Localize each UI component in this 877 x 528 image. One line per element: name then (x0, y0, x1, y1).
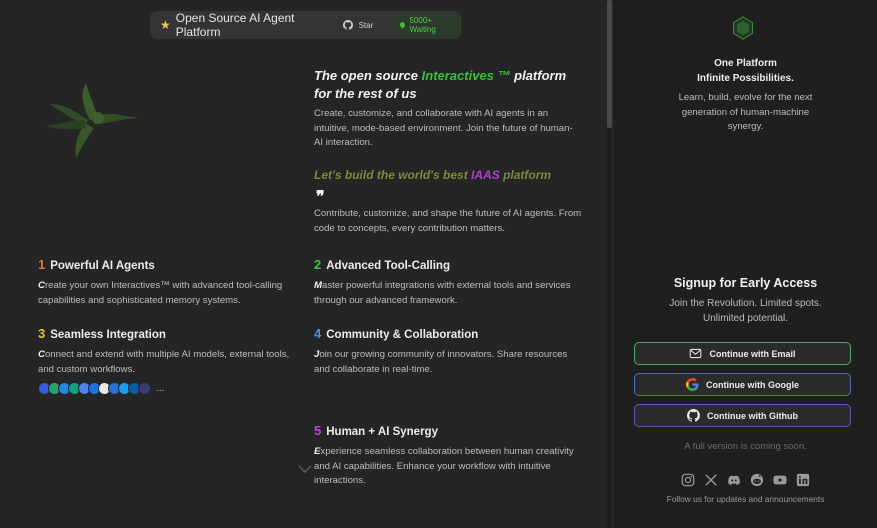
status-dot-icon (400, 22, 406, 28)
instagram-icon[interactable] (680, 472, 696, 488)
model-logo-icon (138, 382, 151, 395)
x-twitter-icon[interactable] (703, 472, 719, 488)
build-tagline: Let's build the world's best IAAS platfo… (314, 168, 551, 182)
feature-number: 1 (38, 257, 46, 272)
feature-title-text: Advanced Tool-Calling (326, 260, 450, 272)
feature-title: 3 Seamless Integration (38, 326, 293, 341)
hero-description: Create, customize, and collaborate with … (314, 108, 573, 148)
feature-number: 3 (38, 326, 46, 341)
feature-desc-text: reate your own Interactives™ with advanc… (38, 280, 283, 306)
feature-number: 4 (314, 326, 322, 341)
waiting-label: 5000+ Waiting (409, 16, 436, 34)
continue-with-google-button[interactable]: Continue with Google (634, 373, 851, 396)
feature-title: 2 Advanced Tool-Calling (314, 257, 579, 272)
integration-logos: ... (38, 382, 164, 395)
feature-title-text: Powerful AI Agents (50, 260, 155, 272)
feature-desc-text: oin our growing community of innovators.… (314, 349, 568, 375)
feature-card: 5 Human + AI Synergy Experience seamless … (314, 423, 579, 489)
google-icon (686, 378, 699, 391)
feature-number: 5 (314, 423, 322, 438)
feature-card: 4 Community & Collaboration Join our grow… (314, 326, 569, 377)
feature-title: 5 Human + AI Synergy (314, 423, 579, 438)
platform-label: Open Source AI Agent Platform (175, 11, 295, 39)
feature-description: Connect and extend with multiple AI mode… (38, 348, 293, 377)
feature-title-text: Human + AI Synergy (326, 426, 438, 438)
follow-text: Follow us for updates and announcements (666, 494, 825, 504)
hero-title-prefix: The open source (314, 68, 422, 83)
signup-panel: One Platform Infinite Possibilities. Lea… (612, 0, 877, 528)
feature-title: 1 Powerful AI Agents (38, 257, 303, 272)
feature-card: 2 Advanced Tool-Calling Master powerful i… (314, 257, 579, 308)
hero-title-highlight: Interactives ™ (421, 68, 511, 83)
learn-text: Learn, build, evolve for the next genera… (678, 92, 813, 132)
feature-initial: C (38, 349, 45, 360)
feature-title: 4 Community & Collaboration (314, 326, 569, 341)
signup-subtitle: Join the Revolution. Limited spots. Unli… (653, 296, 838, 326)
quote-icon: ❞ (316, 187, 325, 206)
star-label: Star (358, 20, 374, 30)
main-content: ★ Open Source AI Agent Platform Star 500… (0, 0, 607, 528)
feature-description: Join our growing community of innovators… (314, 348, 569, 377)
social-links (613, 472, 877, 488)
brand-logo-icon (733, 16, 753, 40)
feature-title-text: Community & Collaboration (326, 329, 479, 341)
feature-desc-text: onnect and extend with multiple AI model… (38, 349, 290, 375)
contribute-text: Contribute, customize, and shape the fut… (314, 208, 582, 234)
logos-more: ... (156, 383, 165, 394)
top-announcement-bar: ★ Open Source AI Agent Platform Star 500… (150, 11, 461, 39)
discord-icon[interactable] (726, 472, 742, 488)
star-icon: ★ (160, 18, 171, 32)
feature-initial: M (314, 280, 322, 291)
feature-title-text: Seamless Integration (50, 329, 166, 341)
github-icon (342, 20, 353, 30)
feature-desc-text: xperience seamless collaboration between… (314, 446, 574, 486)
github-star-link[interactable]: Star (342, 20, 374, 30)
feature-description: Create your own Interactives™ with advan… (38, 279, 303, 308)
reddit-icon[interactable] (749, 472, 765, 488)
feature-description: Master powerful integrations with extern… (314, 279, 579, 308)
github-button-label: Continue with Github (707, 410, 798, 421)
waiting-badge: 5000+ Waiting (393, 13, 461, 37)
platform-tagline: One Platform Infinite Possibilities. (613, 57, 877, 86)
signup-subtitle-line: Join the Revolution. Limited spots. (669, 298, 822, 309)
signup-subtitle-line: Unlimited potential. (702, 313, 789, 324)
build-tagline-highlight: IAAS (471, 168, 500, 182)
youtube-icon[interactable] (772, 472, 788, 488)
feature-description: Experience seamless collaboration betwee… (314, 445, 579, 489)
coming-soon-text: A full version is coming soon. (684, 441, 807, 452)
mail-icon (690, 348, 702, 359)
build-tagline-prefix: Let's build the world's best (314, 168, 472, 182)
feature-card: 3 Seamless Integration Connect and extend… (38, 326, 293, 377)
tagline-line: Infinite Possibilities. (697, 72, 794, 84)
hero-title: The open source Interactives ™ platform … (314, 67, 584, 103)
signup-title: Signup for Early Access (673, 276, 818, 290)
continue-with-email-button[interactable]: Continue with Email (634, 342, 851, 365)
google-button-label: Continue with Google (706, 379, 799, 390)
feature-initial: C (38, 280, 45, 291)
chevron-down-icon[interactable] (298, 464, 312, 474)
linkedin-icon[interactable] (795, 472, 811, 488)
github-icon (687, 409, 700, 422)
email-button-label: Continue with Email (709, 348, 796, 359)
build-tagline-suffix: platform (499, 168, 552, 182)
feature-card: 1 Powerful AI Agents Create your own Inte… (38, 257, 303, 308)
tagline-line: One Platform (714, 58, 777, 69)
continue-with-github-button[interactable]: Continue with Github (634, 404, 851, 427)
feature-desc-text: aster powerful integrations with externa… (314, 280, 571, 306)
feature-number: 2 (314, 257, 322, 272)
hummingbird-icon (46, 84, 138, 158)
